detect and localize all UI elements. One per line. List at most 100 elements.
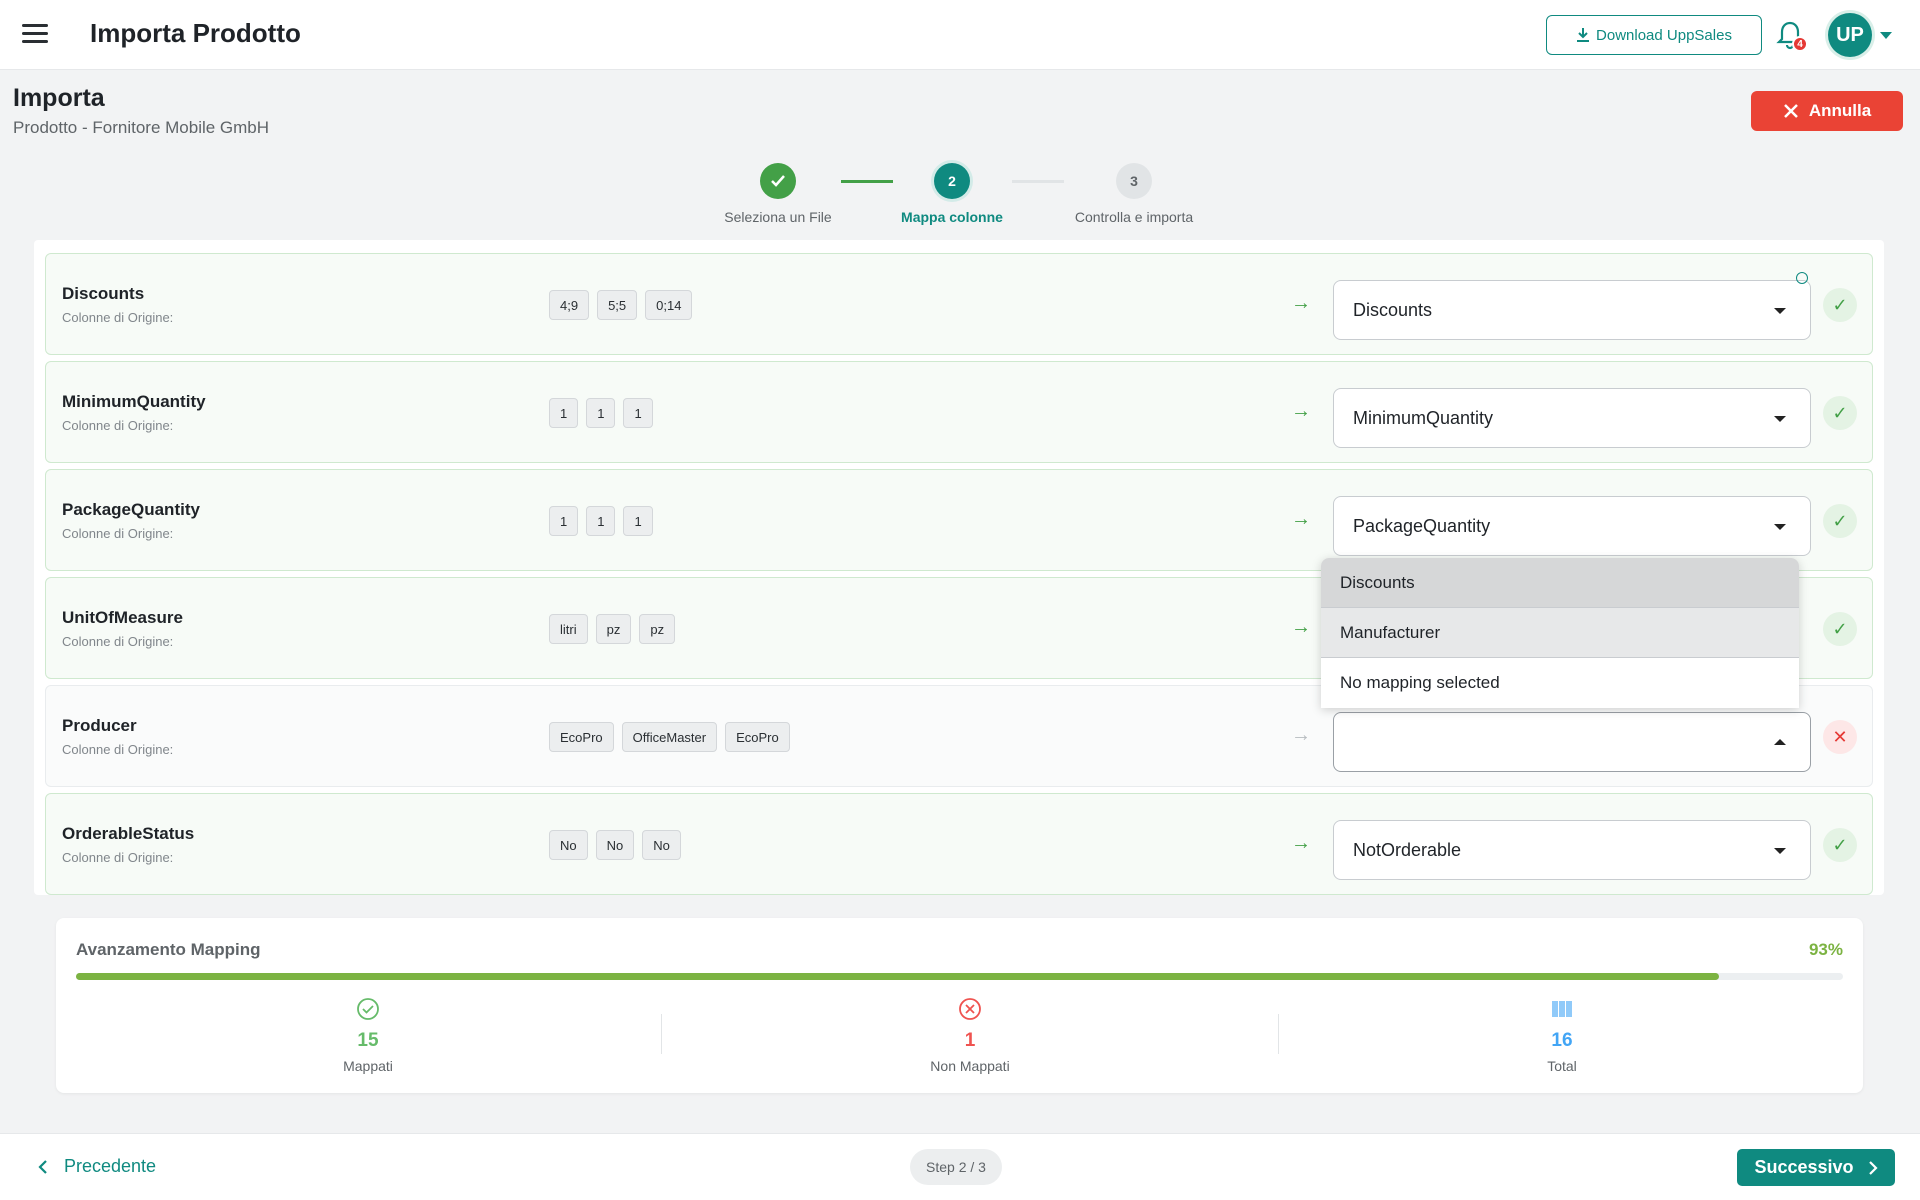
- divider: [1278, 1014, 1279, 1054]
- step-indicator: Step 2 / 3: [910, 1149, 1002, 1185]
- total-count: 16: [1551, 1030, 1573, 1051]
- page-title: Importa: [13, 84, 105, 112]
- progress-track: [76, 973, 1843, 980]
- arrow-right-icon: →: [1291, 508, 1311, 530]
- chevron-down-icon: [1774, 308, 1786, 314]
- field-name: Producer: [62, 716, 137, 735]
- mapping-select[interactable]: MinimumQuantity: [1333, 388, 1811, 448]
- download-uppsales-button[interactable]: Download UppSales: [1546, 15, 1762, 55]
- check-icon: [760, 163, 796, 199]
- arrow-right-icon: →: [1291, 616, 1311, 638]
- info-icon[interactable]: [1796, 272, 1808, 284]
- divider: [661, 1014, 662, 1054]
- field-subtitle: Colonne di Origine:: [62, 742, 174, 757]
- step-label: Controlla e importa: [1074, 209, 1194, 225]
- step-map-columns[interactable]: 2 Mappa colonne: [862, 163, 1042, 225]
- mapping-row: OrderableStatus Colonne di Origine: No N…: [45, 793, 1873, 895]
- sample-chip: No: [642, 830, 681, 860]
- field-name: PackageQuantity: [62, 500, 200, 519]
- stat-mapped: 15 Mappati: [268, 996, 468, 1074]
- mapping-select[interactable]: Discounts: [1333, 280, 1811, 340]
- sample-chip: 1: [549, 398, 579, 428]
- sample-chip: 1: [623, 398, 653, 428]
- mapping-select[interactable]: [1333, 712, 1811, 772]
- field-name: Discounts: [62, 284, 145, 303]
- columns-icon: [1552, 1001, 1572, 1017]
- check-icon: ✓: [1823, 612, 1857, 646]
- mapped-count: 15: [357, 1030, 379, 1051]
- sample-chip: 4;9: [549, 290, 590, 320]
- chevron-right-icon: [1868, 1160, 1878, 1175]
- mapping-dropdown-menu: Discounts Manufacturer No mapping select…: [1321, 558, 1799, 708]
- cancel-label: Annulla: [1808, 101, 1872, 120]
- sample-chip: pz: [595, 614, 632, 644]
- sample-chip: 1: [549, 506, 579, 536]
- sample-chip: OfficeMaster: [621, 722, 718, 752]
- sample-chip: pz: [639, 614, 676, 644]
- check-icon: ✓: [1823, 288, 1857, 322]
- mapping-select[interactable]: PackageQuantity: [1333, 496, 1811, 556]
- avatar[interactable]: UP: [1828, 13, 1872, 57]
- select-value: PackageQuantity: [1353, 515, 1491, 536]
- footer-bar: Precedente Step 2 / 3 Successivo: [0, 1133, 1920, 1200]
- step-select-file[interactable]: Seleziona un File: [688, 163, 868, 225]
- dropdown-option[interactable]: Manufacturer: [1321, 608, 1799, 658]
- check-circle-icon: [357, 998, 379, 1020]
- sample-chip: 1: [586, 398, 616, 428]
- unmapped-count: 1: [964, 1030, 976, 1051]
- page-subtitle: Prodotto - Fornitore Mobile GmbH: [13, 118, 270, 137]
- error-circle-icon: [959, 998, 981, 1020]
- dropdown-option[interactable]: Discounts: [1321, 558, 1799, 608]
- field-subtitle: Colonne di Origine:: [62, 526, 174, 541]
- check-icon: ✓: [1823, 396, 1857, 430]
- progress-title: Avanzamento Mapping: [76, 940, 261, 959]
- cancel-button[interactable]: Annulla: [1751, 91, 1903, 131]
- notification-badge: 4: [1792, 36, 1808, 52]
- progress-percent: 93%: [1808, 940, 1843, 959]
- chevron-up-icon: [1774, 739, 1786, 745]
- stat-unmapped: 1 Non Mappati: [870, 996, 1070, 1074]
- arrow-right-icon: →: [1291, 724, 1311, 746]
- download-label: Download UppSales: [1596, 26, 1732, 44]
- sample-chip: EcoPro: [549, 722, 614, 752]
- progress-fill: [76, 973, 1720, 980]
- sample-chip: litri: [549, 614, 588, 644]
- sample-chip: 5;5: [597, 290, 638, 320]
- sample-chip: 1: [623, 506, 653, 536]
- step-review-import[interactable]: 3 Controlla e importa: [1044, 163, 1224, 225]
- next-button[interactable]: Successivo: [1737, 1149, 1895, 1186]
- chevron-left-icon: [38, 1159, 47, 1174]
- sample-chip: 0;14: [645, 290, 693, 320]
- field-subtitle: Colonne di Origine:: [62, 418, 174, 433]
- total-label: Total: [1547, 1058, 1577, 1074]
- sample-chip: No: [549, 830, 588, 860]
- select-value: MinimumQuantity: [1353, 407, 1494, 428]
- menu-icon[interactable]: [22, 24, 48, 46]
- next-label: Successivo: [1754, 1157, 1854, 1177]
- field-subtitle: Colonne di Origine:: [62, 310, 174, 325]
- close-icon: ✕: [1823, 720, 1857, 754]
- field-name: UnitOfMeasure: [62, 608, 183, 627]
- previous-button[interactable]: Precedente: [38, 1156, 156, 1177]
- field-subtitle: Colonne di Origine:: [62, 850, 174, 865]
- top-bar: Importa Prodotto Download UppSales 4 UP: [0, 0, 1920, 70]
- close-icon: [1783, 104, 1798, 118]
- mapped-label: Mappati: [343, 1058, 393, 1074]
- arrow-right-icon: →: [1291, 400, 1311, 422]
- mapping-select[interactable]: NotOrderable: [1333, 820, 1811, 880]
- unmapped-label: Non Mappati: [930, 1058, 1010, 1074]
- check-icon: ✓: [1823, 828, 1857, 862]
- chevron-down-icon[interactable]: [1880, 32, 1892, 39]
- previous-label: Precedente: [64, 1156, 157, 1176]
- mapping-row: PackageQuantity Colonne di Origine: 1 1 …: [45, 469, 1873, 571]
- arrow-right-icon: →: [1291, 832, 1311, 854]
- chevron-down-icon: [1774, 848, 1786, 854]
- step-number: 2: [934, 163, 970, 199]
- dropdown-option[interactable]: No mapping selected: [1321, 658, 1799, 708]
- step-number: 3: [1116, 163, 1152, 199]
- chevron-down-icon: [1774, 416, 1786, 422]
- mapping-row: MinimumQuantity Colonne di Origine: 1 1 …: [45, 361, 1873, 463]
- check-icon: ✓: [1823, 504, 1857, 538]
- app-title: Importa Prodotto: [90, 18, 301, 48]
- select-value: NotOrderable: [1353, 839, 1462, 860]
